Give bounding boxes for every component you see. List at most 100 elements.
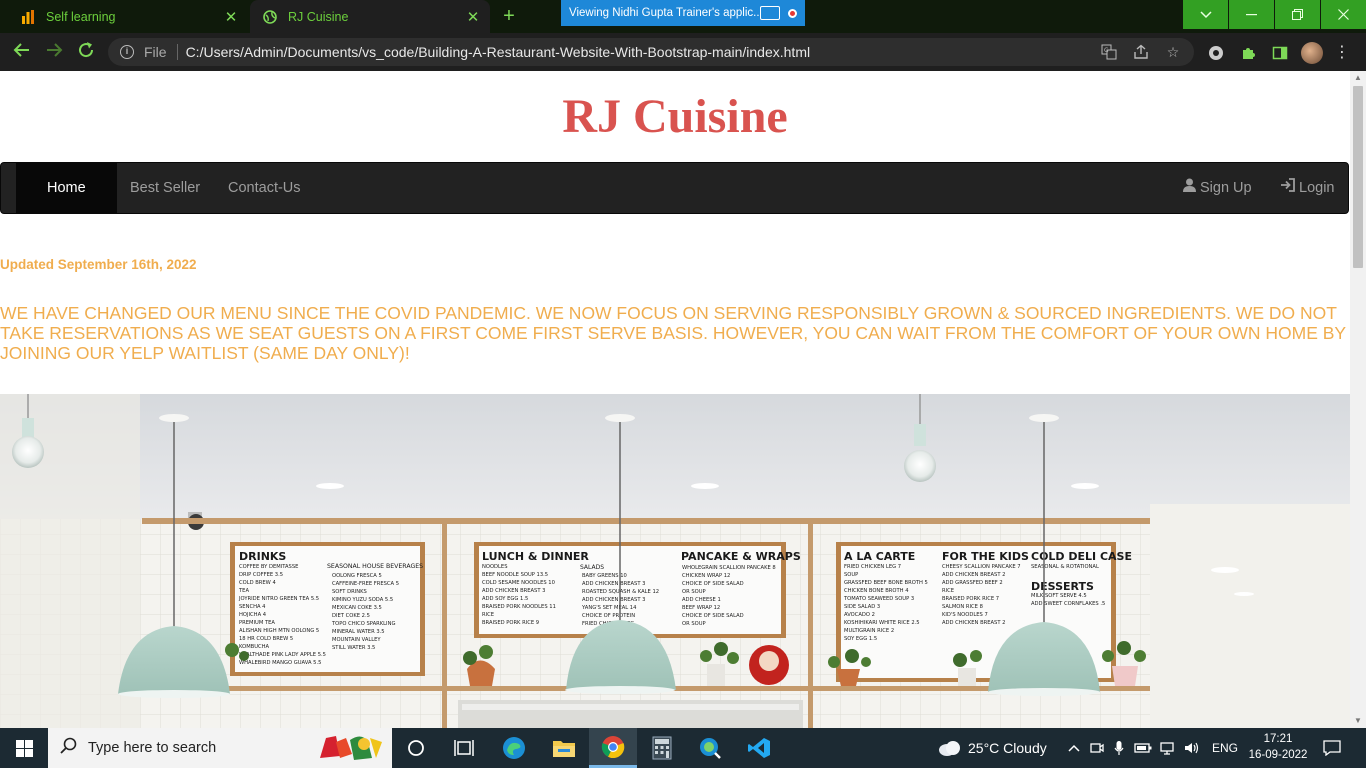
taskbar-search[interactable]: Type here to search <box>48 728 392 768</box>
edge-icon[interactable] <box>490 728 538 768</box>
board-heading: DRINKS <box>239 550 286 563</box>
tab-search-button[interactable] <box>1183 0 1228 29</box>
board-menu-line: CAFFEINE-FREE FRESCA 5 <box>332 581 399 587</box>
board-menu-line: TOPO CHICO SPARKLING <box>331 621 395 627</box>
side-panel-icon[interactable] <box>1270 43 1290 63</box>
board-menu-line: CHOICE OF PROTEIN <box>582 613 635 619</box>
speaker-icon <box>1185 742 1199 754</box>
board-menu-line: PREMIUM TEA <box>239 620 275 626</box>
cloud-icon <box>939 741 960 756</box>
vscode-icon[interactable] <box>735 728 783 768</box>
microphone-icon <box>1114 741 1124 755</box>
network-icon <box>1160 742 1174 755</box>
profile-avatar[interactable] <box>1301 42 1323 64</box>
screen-share-banner[interactable]: Viewing Nidhi Gupta Trainer's applic... <box>561 0 805 26</box>
file-explorer-icon[interactable] <box>540 728 588 768</box>
browser-toolbar: i File C:/Users/Admin/Documents/vs_code/… <box>0 33 1366 71</box>
system-clock[interactable]: 17:21 16-09-2022 <box>1246 731 1310 763</box>
board-menu-line: SENCHA 4 <box>239 604 266 610</box>
board-menu-line: COLD BREW 4 <box>239 580 276 586</box>
chrome-icon[interactable] <box>589 728 637 768</box>
reload-button[interactable] <box>74 41 98 63</box>
extension-icon[interactable] <box>1206 43 1226 63</box>
minimize-button[interactable] <box>1229 0 1274 29</box>
board-menu-line: NOODLES <box>482 564 508 570</box>
board-heading: SEASONAL HOUSE BEVERAGES <box>327 563 423 570</box>
board-menu-line: BEEF WRAP 12 <box>682 605 720 611</box>
close-window-button[interactable] <box>1321 0 1366 29</box>
board-menu-line: CHOICE OF SIDE SALAD <box>682 613 744 619</box>
close-tab-icon[interactable]: ✕ <box>222 8 240 26</box>
browser-menu-icon[interactable]: ⋮ <box>1334 41 1350 65</box>
board-menu-line: ADD SWEET CORNFLAKES .5 <box>1031 601 1105 607</box>
calculator-icon[interactable] <box>638 728 686 768</box>
board-menu-line: TEA <box>238 588 249 594</box>
info-icon[interactable]: i <box>120 45 134 59</box>
restaurant-interior-photo: DRINKS SEASONAL HOUSE BEVERAGES LUNCH & … <box>0 394 1350 728</box>
board-menu-line: AVOCADO 2 <box>844 612 875 618</box>
close-tab-icon[interactable]: ✕ <box>464 8 482 26</box>
board-menu-line: JOYRIDE NITRO GREEN TEA 5.5 <box>238 596 319 602</box>
weather-widget[interactable]: 25°C Cloudy <box>938 728 1047 768</box>
board-menu-line: MINERAL WATER 3.5 <box>332 629 385 635</box>
scroll-down-arrow[interactable]: ▼ <box>1350 714 1366 728</box>
web-search-app-icon[interactable] <box>686 728 734 768</box>
board-menu-line: WHALEBIRD MANGO GUAVA 5.5 <box>239 660 321 666</box>
board-menu-line: SIDE SALAD 3 <box>844 604 880 610</box>
restore-button[interactable] <box>1275 0 1320 29</box>
board-heading: DESSERTS <box>1031 580 1094 593</box>
board-menu-line: CHOICE OF SIDE SALAD <box>682 581 744 587</box>
show-hidden-icons[interactable] <box>1068 728 1080 768</box>
board-menu-line: MEXICAN COKE 3.5 <box>332 605 382 611</box>
board-heading: A LA CARTE <box>844 550 915 563</box>
login-link[interactable]: Login <box>1280 163 1334 213</box>
nav-contact-us[interactable]: Contact-Us <box>213 163 316 213</box>
tab-self-learning[interactable]: Self learning ✕ <box>8 0 248 33</box>
language-indicator[interactable]: ENG <box>1212 728 1238 768</box>
share-icon[interactable] <box>1130 41 1152 63</box>
board-menu-line: ADD CHICKEN BREAST 2 <box>942 620 1005 626</box>
analytics-icon <box>20 9 36 25</box>
new-tab-button[interactable]: + <box>498 6 520 28</box>
address-bar[interactable]: i File C:/Users/Admin/Documents/vs_code/… <box>108 38 1194 66</box>
updated-date: Updated September 16th, 2022 <box>0 257 197 272</box>
cortana-button[interactable] <box>392 728 440 768</box>
forward-button[interactable] <box>42 41 66 63</box>
board-menu-line: ADD CHICKEN BREAST 3 <box>582 581 645 587</box>
back-button[interactable] <box>10 41 34 63</box>
notifications-button[interactable] <box>1323 728 1341 768</box>
sign-up-link[interactable]: Sign Up <box>1183 163 1252 213</box>
scroll-up-arrow[interactable]: ▲ <box>1350 71 1366 85</box>
board-menu-line: OOLONG FRESCA 5 <box>332 573 382 579</box>
puzzle-extensions-icon[interactable] <box>1238 43 1258 63</box>
board-menu-line: HEALTHADE PINK LADY APPLE 5.5 <box>239 652 326 658</box>
meet-now-icon <box>1090 743 1104 753</box>
user-icon <box>1183 163 1196 213</box>
page-scrollbar[interactable]: ▲ ▼ <box>1350 71 1366 728</box>
nav-best-seller[interactable]: Best Seller <box>115 163 215 213</box>
start-button[interactable] <box>0 728 48 768</box>
tab-title: Self learning <box>46 9 116 24</box>
battery-icon <box>1134 743 1152 753</box>
board-menu-line: SOUP <box>844 572 858 578</box>
search-highlight-icon[interactable] <box>316 732 386 768</box>
board-menu-line: ADD CHEESE 1 <box>682 597 721 603</box>
search-placeholder: Type here to search <box>88 740 217 756</box>
board-menu-line: ADD CHICKEN BREAST 3 <box>582 597 645 603</box>
bookmark-star-icon[interactable]: ☆ <box>1162 41 1184 63</box>
board-menu-line: KIMINO YUZU SODA 5.5 <box>332 597 393 603</box>
board-menu-line: MILK SOFT SERVE 4.5 <box>1031 593 1087 599</box>
record-icon <box>788 8 797 18</box>
notification-icon <box>1323 740 1341 756</box>
tab-rj-cuisine[interactable]: RJ Cuisine ✕ <box>250 0 490 33</box>
task-view-button[interactable] <box>440 728 488 768</box>
board-menu-line: BEEF NOODLE SOUP 13.5 <box>482 572 548 578</box>
search-icon <box>60 737 80 759</box>
url-text[interactable]: C:/Users/Admin/Documents/vs_code/Buildin… <box>186 44 1098 60</box>
translate-icon[interactable]: G <box>1098 41 1120 63</box>
board-menu-line: CHEESY SCALLION PANCAKE 7 <box>942 564 1021 570</box>
nav-home[interactable]: Home <box>16 163 117 213</box>
board-menu-line: KOMBUCHA <box>239 644 270 650</box>
chevron-up-icon <box>1068 744 1080 752</box>
scrollbar-thumb[interactable] <box>1353 86 1363 268</box>
